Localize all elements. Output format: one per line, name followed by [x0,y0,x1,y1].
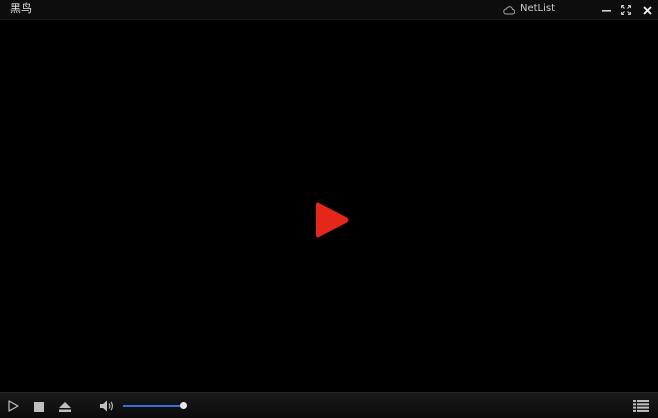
cloud-icon [503,0,516,19]
window-title: 黑鸟 [10,2,32,15]
netlist-label: NetList [520,3,556,14]
stop-button[interactable] [32,399,46,413]
volume-icon [100,397,114,416]
play-icon [314,202,350,244]
close-icon [642,0,652,19]
playlist-button[interactable] [633,399,649,413]
eject-icon [59,397,71,416]
fullscreen-button[interactable] [618,1,634,17]
volume-button[interactable] [99,399,115,413]
minimize-icon [601,0,611,19]
volume-thumb[interactable] [180,402,187,409]
play-icon [7,397,19,416]
fullscreen-icon [620,0,632,19]
close-button[interactable] [639,1,655,17]
video-area[interactable] [0,20,658,392]
media-player-window: 黑鸟 NetList [0,0,658,418]
volume-fill [123,405,183,407]
minimize-button[interactable] [598,1,614,17]
netlist-button[interactable]: NetList [503,1,555,17]
stop-icon [34,397,44,416]
eject-button[interactable] [58,399,72,413]
title-bar[interactable]: 黑鸟 NetList [0,0,658,20]
volume-slider[interactable] [123,402,187,409]
playlist-icon [633,397,649,416]
play-button[interactable] [6,399,20,413]
control-bar [0,392,658,418]
big-play-button[interactable] [314,200,350,240]
